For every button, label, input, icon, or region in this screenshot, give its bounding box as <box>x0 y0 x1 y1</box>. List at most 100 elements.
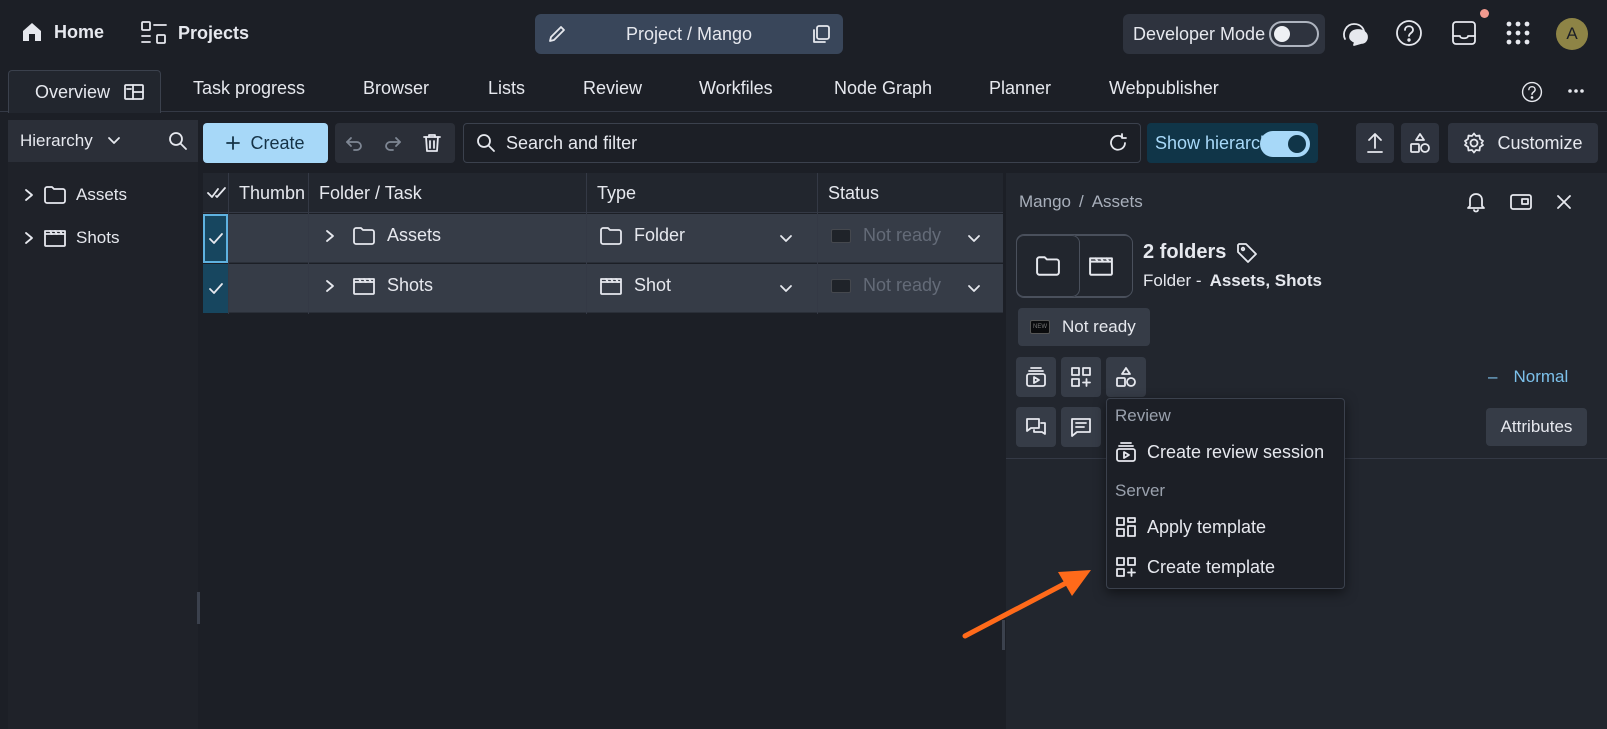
folder-icon <box>600 226 622 245</box>
plus-icon <box>226 136 241 150</box>
entity-thumbnails[interactable] <box>1016 234 1133 298</box>
row-checkbox[interactable] <box>203 214 228 263</box>
menu-item-create-review-session[interactable]: Create review session <box>1115 441 1324 463</box>
hierarchy-search-icon[interactable] <box>168 131 188 151</box>
row-status-cell[interactable]: Not ready <box>831 225 941 246</box>
more-icon[interactable] <box>1567 88 1585 94</box>
breadcrumb-item[interactable]: Mango <box>1019 192 1071 212</box>
breadcrumb-separator: / <box>1078 192 1084 211</box>
attributes-button[interactable]: Attributes <box>1486 408 1587 446</box>
refresh-icon[interactable] <box>1108 133 1128 153</box>
row-type-cell[interactable]: Shot <box>600 275 671 296</box>
row-status-cell[interactable]: Not ready <box>831 275 941 296</box>
tab-review[interactable]: Review <box>583 78 642 99</box>
inbox-icon[interactable] <box>1450 19 1478 47</box>
menu-item-create-template[interactable]: Create template <box>1115 556 1275 578</box>
redo-icon[interactable] <box>384 134 402 152</box>
status-new-icon: NEW <box>1030 320 1050 334</box>
home-link[interactable]: Home <box>20 20 104 44</box>
folder-icon <box>353 226 375 245</box>
column-divider[interactable] <box>228 173 229 314</box>
developer-mode-switch[interactable] <box>1269 21 1319 47</box>
chevron-right-icon[interactable] <box>24 188 34 202</box>
entity-subtitle-prefix: Folder - <box>1143 271 1202 290</box>
row-status: Not ready <box>863 225 942 245</box>
select-all-icon[interactable] <box>207 185 227 201</box>
review-session-button[interactable] <box>1016 357 1056 397</box>
show-hierarchy-toggle[interactable]: Show hierarchy <box>1147 123 1318 163</box>
upload-button[interactable] <box>1356 123 1394 163</box>
projects-link[interactable]: Projects <box>140 20 249 46</box>
bell-icon[interactable] <box>1466 191 1486 213</box>
column-divider[interactable] <box>308 173 309 314</box>
column-folder-task[interactable]: Folder / Task <box>319 183 422 204</box>
chat-icon[interactable] <box>1340 19 1370 49</box>
chevron-right-icon[interactable] <box>325 279 335 293</box>
tag-icon[interactable] <box>1236 242 1258 264</box>
user-avatar[interactable]: A <box>1556 18 1588 50</box>
hierarchy-header[interactable]: Hierarchy <box>8 120 198 162</box>
tab-planner[interactable]: Planner <box>989 78 1051 99</box>
priority-selector[interactable]: – Normal <box>1488 367 1568 387</box>
tab-task-progress[interactable]: Task progress <box>193 78 305 99</box>
tab-node-graph[interactable]: Node Graph <box>834 78 932 99</box>
tree-item-assets[interactable]: Assets <box>24 185 127 205</box>
menu-item-label: Create template <box>1147 556 1276 577</box>
tab-webpublisher[interactable]: Webpublisher <box>1109 78 1219 99</box>
column-divider[interactable] <box>586 173 587 314</box>
chevron-down-icon[interactable] <box>107 136 121 146</box>
chevron-down-icon[interactable] <box>967 284 981 294</box>
chevron-right-icon[interactable] <box>24 231 34 245</box>
tab-browser[interactable]: Browser <box>363 78 429 99</box>
apps-grid-icon[interactable] <box>1505 20 1531 46</box>
developer-mode-toggle[interactable]: Developer Mode <box>1123 14 1325 54</box>
project-switcher[interactable]: Project / Mango <box>535 14 843 54</box>
customize-button[interactable]: Customize <box>1448 123 1598 163</box>
layout-icon[interactable] <box>124 84 144 100</box>
gear-icon <box>1463 132 1485 154</box>
column-type[interactable]: Type <box>597 183 636 204</box>
menu-item-apply-template[interactable]: Apply template <box>1115 516 1266 538</box>
chevron-down-icon[interactable] <box>779 234 793 244</box>
hierarchy-panel <box>8 120 198 729</box>
column-divider[interactable] <box>817 173 818 314</box>
trash-icon[interactable] <box>423 133 441 153</box>
review-session-icon <box>1025 366 1047 388</box>
tab-overview[interactable]: Overview <box>8 70 161 113</box>
create-button[interactable]: Create <box>203 123 328 163</box>
show-hierarchy-switch[interactable] <box>1260 131 1310 157</box>
shapes-button[interactable] <box>1401 123 1439 163</box>
breadcrumb-item[interactable]: Assets <box>1092 192 1143 212</box>
copy-icon[interactable] <box>811 24 831 44</box>
notification-dot <box>1480 9 1489 18</box>
row-folder-cell[interactable]: Assets <box>325 225 441 246</box>
row-folder-cell[interactable]: Shots <box>325 275 433 296</box>
status-dropdown[interactable]: NEW Not ready <box>1018 308 1150 346</box>
create-template-icon <box>1115 556 1137 578</box>
entity-title-text: 2 folders <box>1143 241 1227 263</box>
help-icon[interactable] <box>1395 19 1423 47</box>
upload-icon <box>1366 132 1384 154</box>
row-type-cell[interactable]: Folder <box>600 225 685 246</box>
chevron-down-icon[interactable] <box>967 234 981 244</box>
column-thumbnail[interactable]: Thumbn <box>239 183 305 204</box>
tab-workfiles[interactable]: Workfiles <box>699 78 773 99</box>
row-checkbox[interactable] <box>203 264 228 313</box>
panel-resize-handle[interactable] <box>197 592 200 624</box>
clapperboard-icon <box>1089 256 1113 276</box>
column-status[interactable]: Status <box>828 183 879 204</box>
panel-layout-icon[interactable] <box>1510 193 1532 211</box>
tab-lists[interactable]: Lists <box>488 78 525 99</box>
chevron-right-icon[interactable] <box>325 229 335 243</box>
tree-item-shots[interactable]: Shots <box>24 228 119 248</box>
notes-button[interactable] <box>1061 407 1101 447</box>
breadcrumb: Mango / Assets <box>1019 192 1143 212</box>
search-filter-input[interactable]: Search and filter <box>463 123 1141 163</box>
comments-button[interactable] <box>1016 407 1056 447</box>
undo-icon[interactable] <box>345 134 363 152</box>
close-icon[interactable] <box>1557 195 1571 209</box>
actions-button[interactable] <box>1106 357 1146 397</box>
chevron-down-icon[interactable] <box>779 284 793 294</box>
tab-help-icon[interactable] <box>1521 81 1543 103</box>
template-button[interactable] <box>1061 357 1101 397</box>
